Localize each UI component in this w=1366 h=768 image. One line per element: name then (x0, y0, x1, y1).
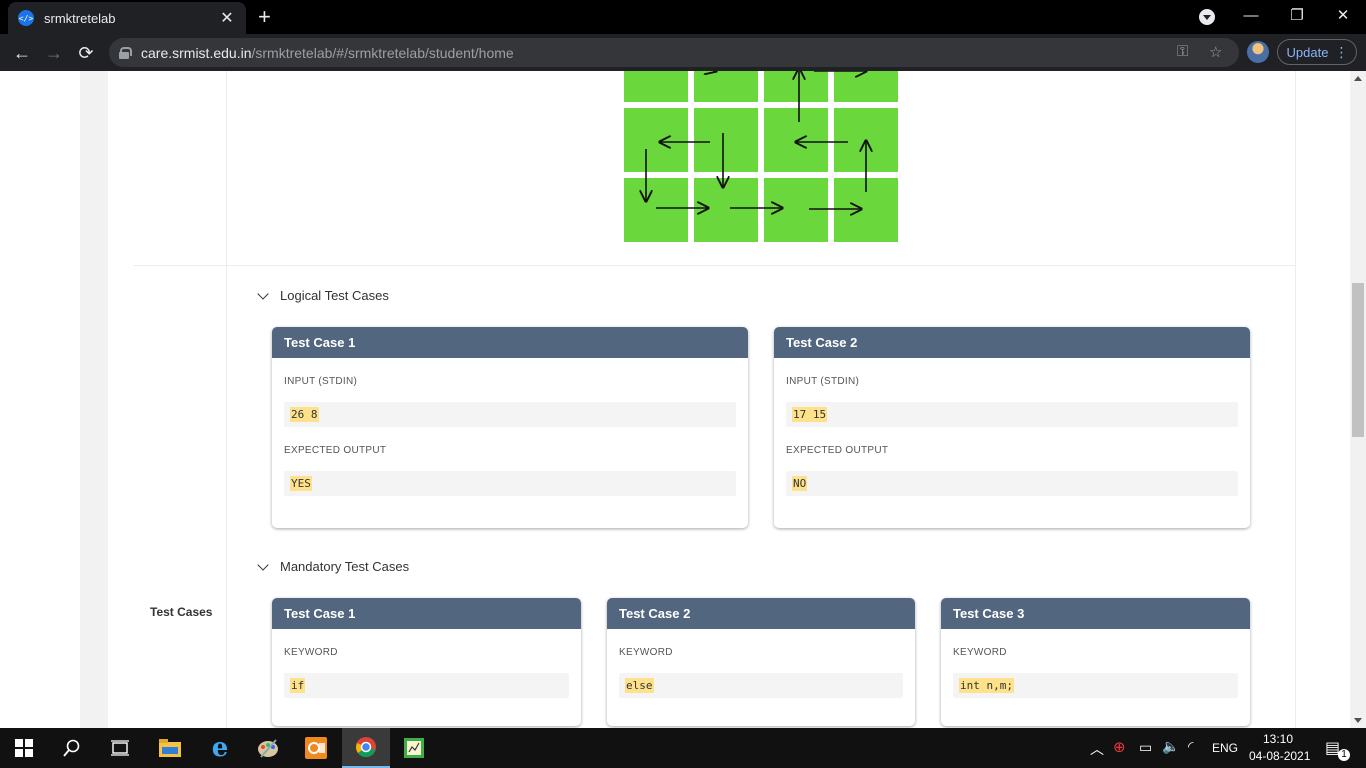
tab-title: srmktretelab (44, 10, 116, 26)
input-value-box: 17 15 (786, 402, 1238, 427)
mandatory-test-case-card: Test Case 2 KEYWORD else (607, 598, 915, 726)
reload-icon[interactable]: ⟳ (73, 40, 99, 66)
output-value-box: YES (284, 471, 736, 496)
logical-test-case-card: Test Case 1 INPUT (STDIN) 26 8 EXPECTED … (272, 327, 748, 528)
input-label: INPUT (STDIN) (786, 376, 860, 387)
clock-time[interactable]: 13:10 (1263, 732, 1293, 746)
input-language[interactable]: ENG (1212, 741, 1238, 755)
battery-icon[interactable]: ▭ (1139, 739, 1152, 756)
logical-test-cases-toggle[interactable]: Logical Test Cases (258, 288, 389, 303)
profile-avatar[interactable] (1247, 41, 1269, 63)
task-view-icon[interactable] (96, 728, 144, 768)
input-value-box: 26 8 (284, 402, 736, 427)
test-case-title: Test Case 1 (272, 598, 581, 629)
url-host: care.srmist.edu.in (141, 44, 252, 61)
column-divider (1295, 71, 1296, 728)
more-menu-icon: ⋮ (1334, 43, 1348, 60)
mandatory-test-cases-toggle[interactable]: Mandatory Test Cases (258, 559, 409, 574)
clock-date[interactable]: 04-08-2021 (1249, 749, 1310, 763)
notification-count-badge: 1 (1338, 749, 1350, 761)
update-label: Update (1286, 44, 1329, 60)
keyword-value: int n,m; (959, 678, 1014, 693)
search-icon[interactable] (48, 728, 96, 768)
keyword-label: KEYWORD (953, 647, 1007, 658)
chevron-down-icon (258, 562, 268, 572)
problem-grid-illustration (624, 71, 898, 242)
output-label: EXPECTED OUTPUT (284, 445, 387, 456)
test-case-title: Test Case 1 (272, 327, 748, 358)
update-button[interactable]: Update ⋮ (1277, 39, 1357, 65)
chevron-down-icon (258, 291, 268, 301)
test-case-title: Test Case 3 (941, 598, 1250, 629)
notepad-app-icon[interactable] (390, 728, 438, 768)
windows-start-icon[interactable] (0, 728, 48, 768)
network-icon[interactable]: ◜ (1188, 738, 1193, 755)
input-label: INPUT (STDIN) (284, 376, 358, 387)
page-viewport: Logical Test Cases Test Case 1 INPUT (ST… (0, 71, 1366, 728)
windows-taskbar: e ︿ ⊕ ▭ 🔈 ◜ ENG 13:10 04-08-2021 ▤ 1 (0, 728, 1366, 768)
browser-tab[interactable]: </> srmktretelab ✕ (8, 2, 246, 34)
page-scrollbar[interactable] (1350, 71, 1366, 728)
column-divider (226, 71, 227, 728)
input-value: 17 15 (792, 407, 828, 422)
forward-icon[interactable]: → (41, 40, 67, 66)
keyword-value-box: else (619, 673, 903, 698)
new-tab-button[interactable]: + (258, 6, 271, 28)
mandatory-test-case-card: Test Case 1 KEYWORD if (272, 598, 581, 726)
mandatory-test-case-card: Test Case 3 KEYWORD int n,m; (941, 598, 1250, 726)
tray-app-icon[interactable]: ⊕ (1113, 738, 1126, 756)
section-title: Logical Test Cases (280, 288, 389, 303)
test-case-title: Test Case 2 (774, 327, 1250, 358)
browser-toolbar: ← → ⟳ care.srmist.edu.in /srmktretelab/#… (0, 34, 1366, 71)
keyword-label: KEYWORD (619, 647, 673, 658)
section-title: Mandatory Test Cases (280, 559, 410, 574)
show-hidden-icons[interactable]: ︿ (1090, 739, 1104, 759)
test-case-title: Test Case 2 (607, 598, 915, 629)
output-value: YES (290, 476, 312, 491)
row-divider (134, 265, 1296, 266)
tab-strip: </> srmktretelab ✕ + — ❐ ✕ (0, 0, 1366, 34)
outlook-icon[interactable] (292, 728, 340, 768)
output-value: NO (792, 476, 808, 491)
bookmark-star-icon[interactable]: ☆ (1209, 43, 1222, 61)
internet-explorer-icon[interactable]: e (196, 728, 244, 768)
chrome-taskbar-icon[interactable] (342, 728, 390, 768)
scrollbar-thumb[interactable] (1352, 283, 1364, 437)
tab-search-icon[interactable] (1199, 9, 1215, 25)
close-window-button[interactable]: ✕ (1320, 4, 1366, 28)
keyword-value: else (625, 678, 654, 693)
site-favicon-icon: </> (18, 10, 34, 26)
keyword-label: KEYWORD (284, 647, 338, 658)
logical-test-case-card: Test Case 2 INPUT (STDIN) 17 15 EXPECTED… (774, 327, 1250, 528)
url-path: /srmktretelab/#/srmktretelab/student/hom… (251, 44, 514, 61)
back-icon[interactable]: ← (9, 40, 35, 66)
keyword-value-box: int n,m; (953, 673, 1238, 698)
address-bar[interactable]: care.srmist.edu.in /srmktretelab/#/srmkt… (109, 38, 1239, 67)
keyword-value: if (290, 678, 306, 693)
row-label: Test Cases (150, 605, 213, 619)
file-explorer-icon[interactable] (146, 728, 194, 768)
scroll-up-icon[interactable] (1354, 76, 1362, 81)
key-icon[interactable]: ⚿ (1177, 43, 1188, 60)
output-label: EXPECTED OUTPUT (786, 445, 889, 456)
output-value-box: NO (786, 471, 1238, 496)
scroll-down-icon[interactable] (1354, 718, 1362, 723)
minimize-button[interactable]: — (1228, 4, 1274, 28)
input-value: 26 8 (290, 407, 319, 422)
keyword-value-box: if (284, 673, 569, 698)
tab-close-icon[interactable]: ✕ (218, 8, 236, 28)
volume-icon[interactable]: 🔈 (1162, 738, 1179, 755)
restore-button[interactable]: ❐ (1274, 4, 1320, 28)
paint-app-icon[interactable] (244, 728, 292, 768)
lock-icon[interactable] (119, 46, 132, 59)
